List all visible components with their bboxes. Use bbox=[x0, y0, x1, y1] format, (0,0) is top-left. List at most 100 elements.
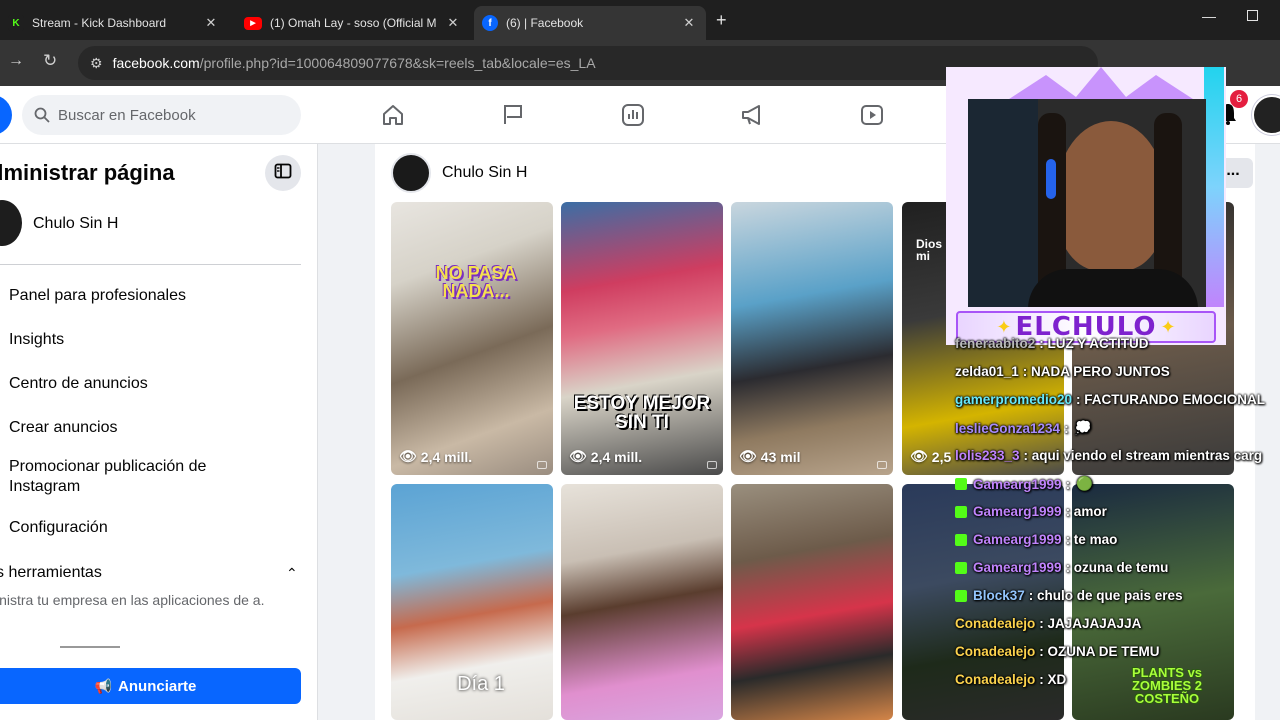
flag-icon[interactable] bbox=[500, 102, 526, 128]
reel-view-count: 2,4 mill. bbox=[420, 448, 473, 465]
reel-caption: ESTOY MEJOR SIN TI bbox=[573, 393, 711, 433]
subscriber-badge-icon bbox=[955, 478, 967, 490]
chat-text: : JAJAJAJAJJA bbox=[1039, 616, 1142, 631]
tab-title: (6) | Facebook bbox=[506, 16, 584, 30]
sidebar-item-ad-center[interactable]: Centro de anuncios bbox=[9, 374, 279, 394]
sidebar-item-create-ads[interactable]: Crear anuncios bbox=[9, 418, 279, 438]
facebook-search[interactable] bbox=[22, 95, 301, 135]
address-bar[interactable]: ⚙ facebook.com/profile.php?id=1000648090… bbox=[78, 46, 1098, 80]
reel-card[interactable]: NO PASA NADA... 👁 2,4 mill. bbox=[391, 202, 553, 475]
sidebar-item-promote-instagram[interactable]: Promocionar publicación de Instagram bbox=[9, 457, 279, 497]
chat-text: : ozuna de temu bbox=[1065, 560, 1169, 575]
reel-card[interactable] bbox=[731, 484, 893, 720]
tab-kick-dashboard[interactable]: K Stream - Kick Dashboard ✕ bbox=[0, 6, 228, 40]
sidebar-item-insights[interactable]: Insights bbox=[9, 330, 279, 350]
chat-message: Block37: chulo de que pais eres bbox=[955, 588, 1183, 603]
home-icon[interactable] bbox=[380, 102, 406, 128]
chat-text: : OZUNA DE TEMU bbox=[1039, 644, 1160, 659]
notification-badge: 6 bbox=[1230, 90, 1248, 108]
sidebar-toggle-icon bbox=[274, 162, 292, 185]
tools-section-title[interactable]: s herramientas bbox=[0, 564, 102, 582]
chat-user: lolis233_3 bbox=[955, 448, 1020, 463]
emote-icon: 🟢 bbox=[1076, 476, 1093, 491]
avatar bbox=[0, 200, 22, 246]
reel-card[interactable] bbox=[561, 484, 723, 720]
search-input[interactable] bbox=[58, 106, 278, 124]
eye-icon: 👁 bbox=[910, 448, 928, 464]
chat-message: Gamearg1999: te mao bbox=[955, 532, 1117, 547]
capcut-icon bbox=[537, 461, 547, 469]
reel-card[interactable]: ESTOY MEJOR SIN TI 👁 2,4 mill. bbox=[561, 202, 723, 475]
advertise-button[interactable]: 📢 Anunciarte bbox=[0, 668, 301, 704]
reel-views: 👁 2,5 bbox=[910, 448, 951, 465]
sidebar-toggle-button[interactable] bbox=[265, 155, 301, 191]
sidebar-item-professional-dashboard[interactable]: Panel para profesionales bbox=[9, 286, 279, 306]
search-icon bbox=[34, 107, 50, 123]
insights-icon[interactable] bbox=[620, 102, 646, 128]
maximize-icon[interactable] bbox=[1247, 10, 1258, 21]
chat-user: zelda01_1 bbox=[955, 364, 1019, 379]
profile-name[interactable]: Chulo Sin H bbox=[442, 164, 527, 182]
new-tab-button[interactable]: + bbox=[716, 10, 727, 31]
tab-close-icon[interactable]: ✕ bbox=[444, 15, 462, 31]
chat-user: feneraabito2 bbox=[955, 336, 1036, 351]
account-avatar[interactable] bbox=[1252, 95, 1280, 135]
crown-decoration bbox=[1006, 67, 1196, 101]
reel-view-count: 2,4 mill. bbox=[590, 448, 643, 465]
chat-message: Gamearg1999: amor bbox=[955, 504, 1107, 519]
subscriber-badge-icon bbox=[955, 533, 967, 546]
reel-caption: NO PASA NADA... bbox=[435, 263, 517, 301]
minimize-icon[interactable]: — bbox=[1202, 8, 1216, 24]
chat-message: feneraabito2: LUZ Y ACTITUD bbox=[955, 336, 1149, 351]
sidebar-item-settings[interactable]: Configuración bbox=[9, 518, 279, 538]
reel-card[interactable]: 👁 43 mil bbox=[731, 202, 893, 475]
chat-user: Gamearg1999 bbox=[973, 532, 1062, 547]
chat-text: : bbox=[1064, 420, 1069, 436]
chat-message: gamerpromedio20: FACTURANDO EMOCIONAL bbox=[955, 392, 1265, 407]
tab-title: (1) Omah Lay - soso (Official M bbox=[270, 16, 437, 30]
eye-icon: 👁 bbox=[399, 448, 417, 464]
chat-message: Conadealejo: OZUNA DE TEMU bbox=[955, 644, 1160, 659]
tab-close-icon[interactable]: ✕ bbox=[680, 15, 698, 31]
browser-tab-bar: K Stream - Kick Dashboard ✕ ▶ (1) Omah L… bbox=[0, 0, 1280, 40]
url-path: /profile.php?id=100064809077678&sk=reels… bbox=[199, 55, 596, 71]
chat-text: : amor bbox=[1065, 504, 1107, 519]
stream-chat-overlay: feneraabito2: LUZ Y ACTITUD zelda01_1: N… bbox=[955, 332, 1280, 692]
subscriber-badge-icon bbox=[955, 505, 967, 518]
tab-title: Stream - Kick Dashboard bbox=[32, 16, 167, 30]
facebook-icon: f bbox=[482, 15, 498, 31]
divider bbox=[0, 264, 301, 265]
chat-message: Conadealejo: XD bbox=[955, 672, 1066, 687]
youtube-icon: ▶ bbox=[244, 16, 262, 30]
chat-user: Gamearg1999 bbox=[973, 560, 1062, 575]
page-profile-switcher[interactable]: Chulo Sin H bbox=[0, 200, 300, 250]
forward-icon[interactable]: → bbox=[8, 52, 24, 70]
avatar[interactable] bbox=[391, 153, 431, 193]
chat-text: : LUZ Y ACTITUD bbox=[1039, 336, 1149, 351]
chat-user: gamerpromedio20 bbox=[955, 392, 1073, 407]
chat-message: leslieGonza1234: 💭 bbox=[955, 420, 1091, 436]
tools-section-description: inistra tu empresa en las aplicaciones d… bbox=[0, 592, 265, 608]
tab-facebook[interactable]: f (6) | Facebook ✕ bbox=[474, 6, 706, 40]
reload-icon[interactable]: ↻ bbox=[43, 51, 57, 71]
facebook-logo-icon[interactable] bbox=[0, 95, 12, 135]
chat-user: Block37 bbox=[973, 588, 1025, 603]
video-icon[interactable] bbox=[859, 102, 885, 128]
chat-message: lolis233_3: aqui viendo el stream mientr… bbox=[955, 448, 1262, 463]
reel-view-count: 2,5 bbox=[931, 448, 952, 465]
site-info-icon[interactable]: ⚙ bbox=[90, 55, 103, 72]
chevron-up-icon[interactable]: ⌃ bbox=[286, 565, 298, 582]
tab-close-icon[interactable]: ✕ bbox=[202, 15, 220, 31]
capcut-icon bbox=[707, 461, 717, 469]
kick-icon: K bbox=[8, 15, 24, 31]
frame-border bbox=[1204, 67, 1224, 307]
tab-youtube[interactable]: ▶ (1) Omah Lay - soso (Official M ✕ bbox=[236, 6, 470, 40]
emote-icon: 💭 bbox=[1074, 420, 1092, 435]
manage-page-panel: dministrar página Chulo Sin H Panel para… bbox=[0, 144, 318, 720]
megaphone-icon[interactable] bbox=[739, 102, 765, 128]
reel-views: 👁 43 mil bbox=[739, 448, 800, 465]
chat-user: Conadealejo bbox=[955, 644, 1036, 659]
chat-text: : FACTURANDO EMOCIONAL bbox=[1076, 392, 1266, 407]
page-name: Chulo Sin H bbox=[33, 215, 119, 232]
reel-card[interactable]: Día 1 bbox=[391, 484, 553, 720]
